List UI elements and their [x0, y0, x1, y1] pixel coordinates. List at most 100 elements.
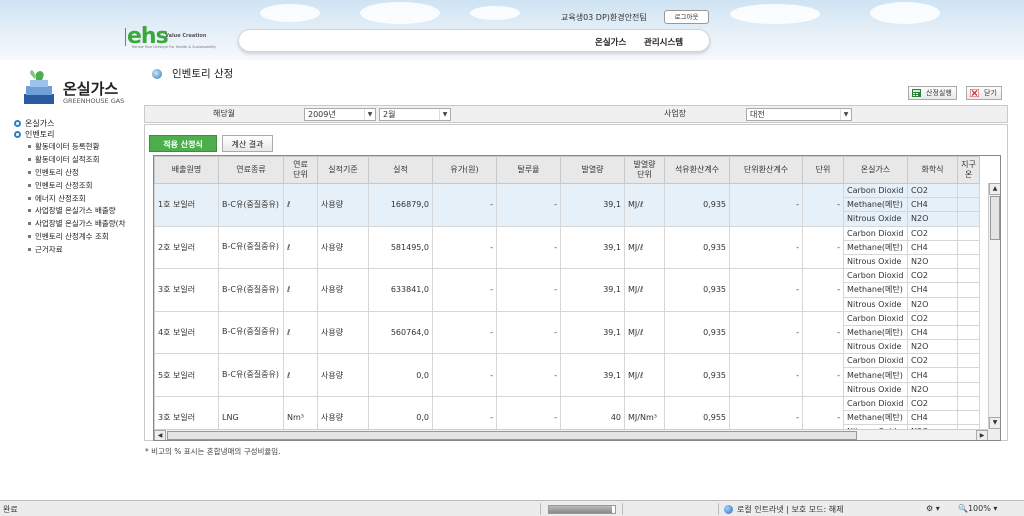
table-row[interactable]: 5호 보일러 B-C유(중질중유) ℓ 사용량 0,0- -39,1 MJ/ℓ 0,935- -…: [154, 353, 980, 397]
gas-cell: Carbon Dioxid: [843, 182, 908, 199]
actual-cell: 0,0: [368, 353, 433, 397]
column-header[interactable]: 연료종류: [218, 156, 284, 184]
unit-factor-cell: -: [729, 310, 803, 355]
column-header[interactable]: 지구온: [957, 156, 980, 184]
heat-value-cell: 39,1: [560, 225, 625, 270]
period-label: 해당월: [212, 109, 236, 118]
formula-cell: CH4: [907, 197, 958, 213]
gas-cell: Methane(메탄): [843, 324, 908, 341]
calc-run-label: 산정실행: [926, 89, 952, 97]
column-header[interactable]: 단위환산계수: [729, 156, 803, 184]
leak-rate-cell: -: [496, 310, 561, 355]
scroll-left-icon[interactable]: ◀: [154, 430, 166, 440]
sidebar-subitem-activity-status[interactable]: 활동데이터 등록현황: [14, 140, 144, 153]
formula-cell: N2O: [907, 211, 958, 227]
scroll-right-icon[interactable]: ▶: [976, 430, 988, 440]
column-header[interactable]: 온실가스: [843, 156, 908, 184]
top-nav-item-admin[interactable]: 관리시스템: [644, 36, 683, 48]
table-row[interactable]: 3호 보일러 B-C유(중질중유) ℓ 사용량 633841,0- -39,1 MJ/ℓ 0,…: [154, 268, 980, 312]
sidebar-subitem-label: 에너지 산정조회: [35, 193, 86, 203]
cloud-decoration: [870, 2, 940, 24]
close-button[interactable]: 닫기: [966, 86, 1002, 100]
tab-applied-formula[interactable]: 적용 산정식: [149, 135, 217, 152]
month-select[interactable]: 2월 ▼: [379, 108, 451, 121]
table-row[interactable]: 1호 보일러 B-C유(중질중유) ℓ 사용량 166879,0- -39,1 MJ/ℓ 0,…: [154, 182, 980, 227]
column-header[interactable]: 탈루율: [496, 156, 561, 184]
security-zone[interactable]: 로컬 인트라넷 | 보호 모드: 해제: [724, 504, 843, 515]
security-zone-label: 로컬 인트라넷 | 보호 모드: 해제: [737, 505, 844, 514]
scroll-thumb[interactable]: [990, 196, 1000, 240]
basis-cell: 사용량: [317, 353, 369, 397]
sidebar-item-ghg[interactable]: 온실가스: [14, 118, 144, 129]
gas-cell: Methane(메탄): [843, 282, 908, 298]
heat-value-cell: 39,1: [560, 310, 625, 355]
zoom-level[interactable]: 🔍100% ▾: [958, 504, 997, 513]
scroll-down-icon[interactable]: ▼: [989, 417, 1000, 429]
source-cell: 1호 보일러: [154, 183, 219, 227]
sidebar-subitem-inventory-calc[interactable]: 인벤토리 산정: [14, 166, 144, 179]
page-title: 인벤토리 산정: [152, 66, 233, 81]
column-header[interactable]: 실적: [368, 156, 433, 184]
sidebar-subitem-inventory-query[interactable]: 인벤토리 산정조회: [14, 179, 144, 192]
column-header[interactable]: 발열량 단위: [624, 156, 665, 184]
actual-cell: 560764,0: [368, 310, 433, 355]
sidebar-subitem-site-emission-chart[interactable]: 사업장별 온실가스 배출량(차: [14, 217, 144, 230]
fuel-type-cell: B-C유(중질중유): [218, 310, 284, 355]
heat-value-cell: 39,1: [560, 268, 625, 312]
tab-calc-result[interactable]: 계산 결과: [222, 135, 273, 152]
sidebar-subitem-activity-query[interactable]: 활동데이터 실적조회: [14, 153, 144, 166]
tab-container: 적용 산정식 계산 결과 배출원명 연료종류 연료 단위 실적기준 실적 유가(원) 탈루율…: [144, 124, 1008, 441]
column-header[interactable]: 석유환산계수: [664, 156, 730, 184]
table-row[interactable]: 4호 보일러 B-C유(중질중유) ℓ 사용량 560764,0- -39,1 MJ/ℓ 0,…: [154, 310, 980, 355]
heat-unit-cell: MJ/ℓ: [624, 310, 665, 355]
gwp-cell: [957, 367, 980, 383]
column-header[interactable]: 발열량: [560, 156, 625, 184]
calc-run-button[interactable]: 산정실행: [908, 86, 957, 100]
logo-divider: [125, 28, 126, 46]
column-header[interactable]: 연료 단위: [283, 156, 318, 184]
progress-fill: [549, 506, 612, 513]
sidebar-subitem-evidence[interactable]: 근거자료: [14, 243, 144, 256]
column-header[interactable]: 화학식: [907, 156, 958, 184]
gas-cell: Nitrous Oxide: [843, 253, 908, 270]
ehs-logo[interactable]: ehs Value Creation Renew Your Lifestyle …: [125, 24, 232, 52]
oil-factor-cell: 0,935: [664, 225, 730, 270]
sidebar-subitem-factor-query[interactable]: 인벤토리 산정계수 조회: [14, 230, 144, 243]
cloud-decoration: [470, 6, 520, 20]
formula-cell: CH4: [907, 409, 958, 426]
square-bullet-icon: [28, 222, 31, 226]
unit-cell: -: [802, 183, 844, 227]
user-info: 교육생03 DP)환경안전팀: [561, 13, 647, 22]
filter-bar: 해당월 2009년 ▼ 2월 ▼ 사업장 대전 ▼: [144, 105, 1008, 123]
basis-cell: 사용량: [317, 225, 369, 270]
formula-cell: CO2: [907, 353, 958, 369]
sidebar-item-inventory[interactable]: 인벤토리: [14, 129, 144, 140]
scroll-up-icon[interactable]: ▲: [989, 183, 1000, 195]
unit-factor-cell: -: [729, 268, 803, 312]
brand-subtitle: GREENHOUSE GAS: [63, 97, 125, 105]
protected-mode-icon[interactable]: ⚙ ▾: [926, 504, 940, 513]
logout-label: 로그아웃: [674, 13, 699, 21]
status-text: 완료: [3, 505, 18, 514]
page-title-text: 인벤토리 산정: [172, 68, 234, 80]
column-header[interactable]: 단위: [802, 156, 844, 184]
close-label: 닫기: [984, 89, 997, 97]
horizontal-scrollbar[interactable]: ◀ ▶: [154, 429, 988, 440]
actual-cell: 633841,0: [368, 268, 433, 312]
formula-cell: N2O: [907, 253, 958, 270]
vertical-scrollbar[interactable]: ▲ ▼: [988, 183, 1000, 429]
sidebar-subitem-site-emission[interactable]: 사업장별 온실가스 배출량: [14, 204, 144, 217]
year-select[interactable]: 2009년 ▼: [304, 108, 376, 121]
column-header[interactable]: 유가(원): [432, 156, 497, 184]
table-row[interactable]: 2호 보일러 B-C유(중질중유) ℓ 사용량 581495,0- -39,1 MJ/ℓ 0,…: [154, 225, 980, 270]
gas-cell: Methane(메탄): [843, 409, 908, 426]
column-header[interactable]: 배출원명: [154, 156, 219, 184]
top-nav-item-ghg[interactable]: 온실가스: [595, 36, 626, 48]
site-select[interactable]: 대전 ▼: [746, 108, 852, 121]
column-header[interactable]: 실적기준: [317, 156, 369, 184]
price-cell: -: [432, 353, 497, 397]
table-row[interactable]: 3호 보일러 LNG Nm³ 사용량 0,0- -40 MJ/Nm³ 0,955- - Carbo…: [154, 395, 980, 440]
scroll-thumb[interactable]: [167, 431, 857, 440]
logout-button[interactable]: 로그아웃: [664, 10, 709, 24]
sidebar-subitem-energy-query[interactable]: 에너지 산정조회: [14, 192, 144, 205]
